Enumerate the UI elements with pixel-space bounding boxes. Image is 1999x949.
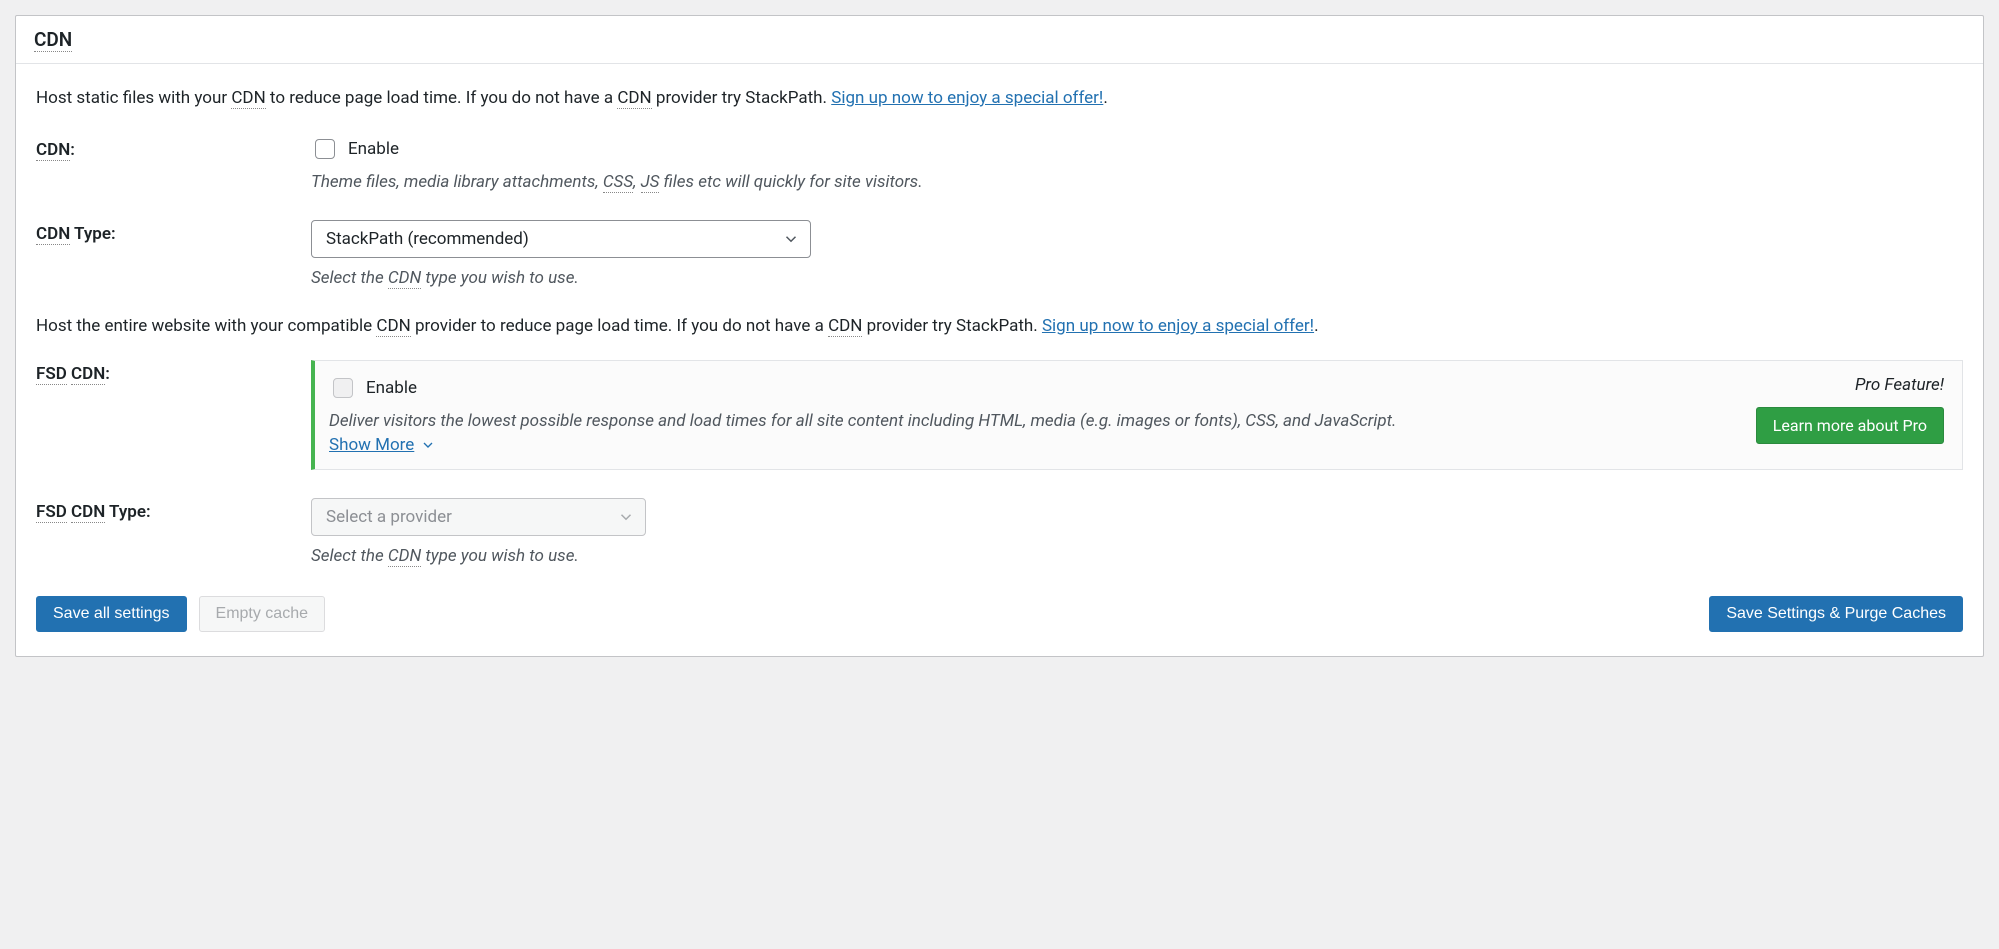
cdn-type-desc: Select the CDN type you wish to use.	[311, 268, 1963, 288]
js-abbr: JS	[641, 172, 660, 193]
fsd-desc: Deliver visitors the lowest possible res…	[329, 411, 1736, 431]
chevron-down-icon	[617, 508, 635, 526]
fsd-abbr: FSD	[36, 364, 67, 385]
section2-text: Host the entire website with your compat…	[36, 316, 1963, 336]
cdn-abbr: CDN	[71, 364, 105, 385]
cdn-enable-field: Enable Theme files, media library attach…	[311, 136, 1963, 192]
chevron-down-icon	[782, 230, 800, 248]
fsd-cdn-type-row: FSD CDN Type: Select a provider Select t…	[36, 498, 1963, 566]
panel-header: CDN	[16, 16, 1983, 64]
fsd-cdn-row: FSD CDN: Enable Deliver visitors the low…	[36, 360, 1963, 470]
cdn-type-label: CDN Type:	[36, 220, 311, 244]
save-all-settings-button[interactable]: Save all settings	[36, 596, 187, 632]
signup-link[interactable]: Sign up now to enjoy a special offer!	[831, 88, 1103, 108]
fsd-cdn-label: FSD CDN:	[36, 360, 311, 384]
cdn-abbr: CDN	[36, 140, 70, 161]
pro-feature-text: Pro Feature!	[1756, 375, 1944, 395]
fsd-enable-checkbox	[333, 378, 353, 398]
cdn-abbr: CDN	[34, 28, 72, 52]
cdn-abbr: CDN	[388, 268, 421, 289]
fsd-abbr: FSD	[36, 502, 67, 523]
fsd-cdn-type-placeholder: Select a provider	[326, 507, 452, 527]
empty-cache-button: Empty cache	[199, 596, 325, 632]
learn-more-pro-button[interactable]: Learn more about Pro	[1756, 407, 1944, 444]
cdn-settings-panel: CDN Host static files with your CDN to r…	[15, 15, 1984, 657]
cdn-abbr: CDN	[828, 316, 862, 337]
cdn-abbr: CDN	[376, 316, 410, 337]
fsd-cdn-type-select: Select a provider	[311, 498, 646, 536]
fsd-enable-checkbox-label: Enable	[329, 375, 1736, 401]
cdn-type-select[interactable]: StackPath (recommended)	[311, 220, 811, 258]
chevron-down-icon	[420, 437, 436, 453]
css-abbr: CSS	[603, 172, 633, 193]
pro-box-right: Pro Feature! Learn more about Pro	[1756, 375, 1944, 455]
cdn-abbr: CDN	[388, 546, 421, 567]
cdn-type-selected: StackPath (recommended)	[326, 229, 529, 249]
actions-bar: Save all settings Empty cache Save Setti…	[36, 596, 1963, 632]
fsd-cdn-field: Enable Deliver visitors the lowest possi…	[311, 360, 1963, 470]
signup-link-2[interactable]: Sign up now to enjoy a special offer!	[1042, 316, 1314, 336]
pro-feature-box: Enable Deliver visitors the lowest possi…	[311, 360, 1963, 470]
cdn-enable-checkbox-label[interactable]: Enable	[311, 136, 1963, 162]
cdn-type-row: CDN Type: StackPath (recommended) Select…	[36, 220, 1963, 288]
cdn-abbr: CDN	[231, 88, 265, 109]
fsd-cdn-type-field: Select a provider Select the CDN type yo…	[311, 498, 1963, 566]
actions-left: Save all settings Empty cache	[36, 596, 325, 632]
cdn-type-field: StackPath (recommended) Select the CDN t…	[311, 220, 1963, 288]
enable-text: Enable	[348, 139, 399, 159]
cdn-abbr: CDN	[71, 502, 105, 523]
show-more-link[interactable]: Show More	[329, 435, 436, 455]
cdn-enable-row: CDN: Enable Theme files, media library a…	[36, 136, 1963, 192]
actions-right: Save Settings & Purge Caches	[1709, 596, 1963, 632]
cdn-abbr: CDN	[36, 224, 70, 245]
cdn-enable-desc: Theme files, media library attachments, …	[311, 172, 1963, 192]
cdn-abbr: CDN	[617, 88, 651, 109]
panel-body: Host static files with your CDN to reduc…	[16, 64, 1983, 656]
fsd-cdn-type-label: FSD CDN Type:	[36, 498, 311, 522]
save-purge-button[interactable]: Save Settings & Purge Caches	[1709, 596, 1963, 632]
enable-text: Enable	[366, 378, 417, 398]
panel-title: CDN	[34, 28, 1965, 51]
cdn-enable-checkbox[interactable]	[315, 139, 335, 159]
pro-box-left: Enable Deliver visitors the lowest possi…	[329, 375, 1736, 455]
intro-text: Host static files with your CDN to reduc…	[36, 88, 1963, 108]
cdn-enable-label: CDN:	[36, 136, 311, 160]
fsd-cdn-type-desc: Select the CDN type you wish to use.	[311, 546, 1963, 566]
